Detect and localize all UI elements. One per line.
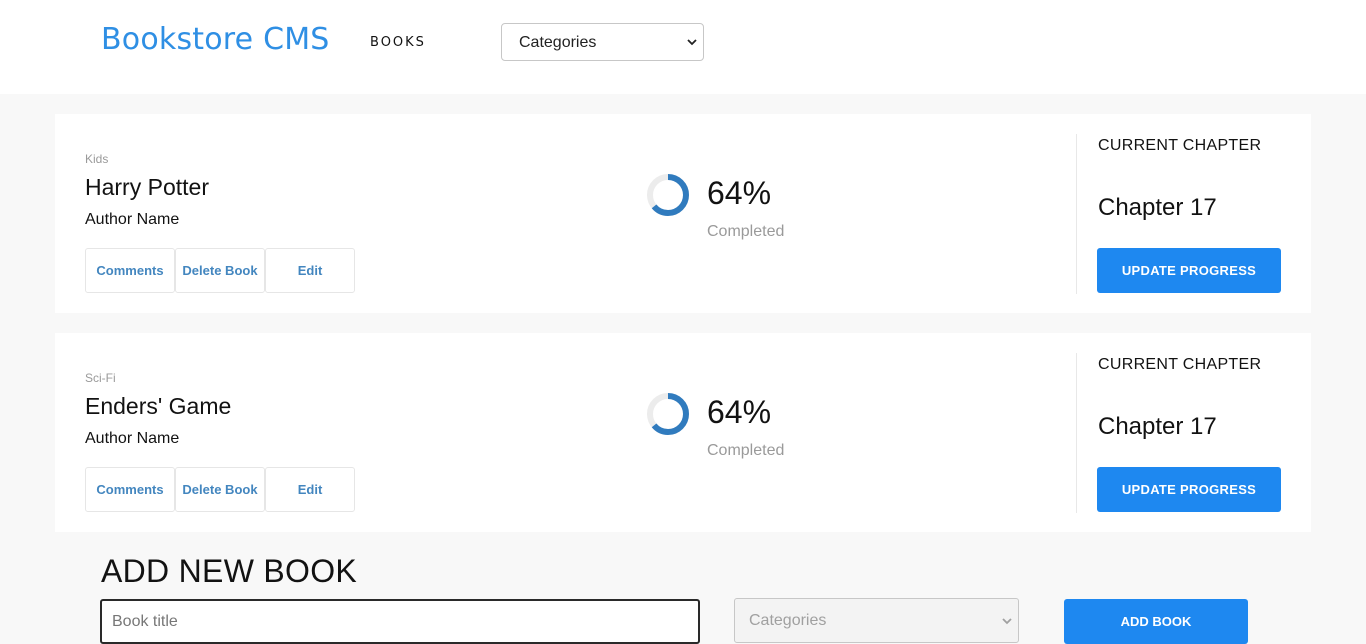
book-category: Sci-Fi [85,371,116,385]
book-card: Kids Harry Potter Author Name Comments D… [55,114,1311,313]
book-actions: Comments Delete Book Edit [85,467,355,512]
book-actions: Comments Delete Book Edit [85,248,355,293]
book-title-input[interactable] [100,599,700,644]
current-chapter-name: Chapter 17 [1098,194,1217,221]
delete-book-button[interactable]: Delete Book [175,467,265,512]
book-author[interactable]: Author Name [85,211,179,229]
book-category-placeholder: Categories [749,612,827,629]
logo[interactable]: Bookstore CMS [101,22,330,57]
chevron-down-icon [1002,618,1012,625]
add-book-button[interactable]: ADD BOOK [1064,599,1248,644]
card-divider [1076,353,1077,513]
progress-status: Completed [707,223,785,240]
book-card: Sci-Fi Enders' Game Author Name Comments… [55,333,1311,532]
book-category-select[interactable]: Categories [734,598,1019,643]
chevron-down-icon [687,39,697,46]
category-filter-value: Categories [519,34,597,51]
update-progress-button[interactable]: UPDATE PROGRESS [1097,248,1281,293]
progress-percent: 64% [707,394,772,430]
comments-button[interactable]: Comments [85,248,175,293]
edit-button[interactable]: Edit [265,467,355,512]
category-filter-select[interactable]: Categories [501,23,704,61]
book-title: Enders' Game [85,393,232,419]
book-title: Harry Potter [85,174,209,200]
edit-button[interactable]: Edit [265,248,355,293]
comments-button[interactable]: Comments [85,467,175,512]
current-chapter-caption: CURRENT CHAPTER [1098,356,1262,373]
current-chapter-name: Chapter 17 [1098,413,1217,440]
card-divider [1076,134,1077,294]
nav-books-link[interactable]: BOOKS [370,35,426,50]
book-category: Kids [85,152,109,166]
update-progress-button[interactable]: UPDATE PROGRESS [1097,467,1281,512]
delete-book-button[interactable]: Delete Book [175,248,265,293]
page-header: Bookstore CMS BOOKS Categories [0,0,1366,94]
progress-status: Completed [707,442,785,459]
progress-ring-icon [647,174,689,216]
add-book-heading: ADD NEW BOOK [101,553,358,589]
current-chapter-caption: CURRENT CHAPTER [1098,137,1262,154]
progress-ring-icon [647,393,689,435]
book-author[interactable]: Author Name [85,430,179,448]
progress-percent: 64% [707,175,772,211]
